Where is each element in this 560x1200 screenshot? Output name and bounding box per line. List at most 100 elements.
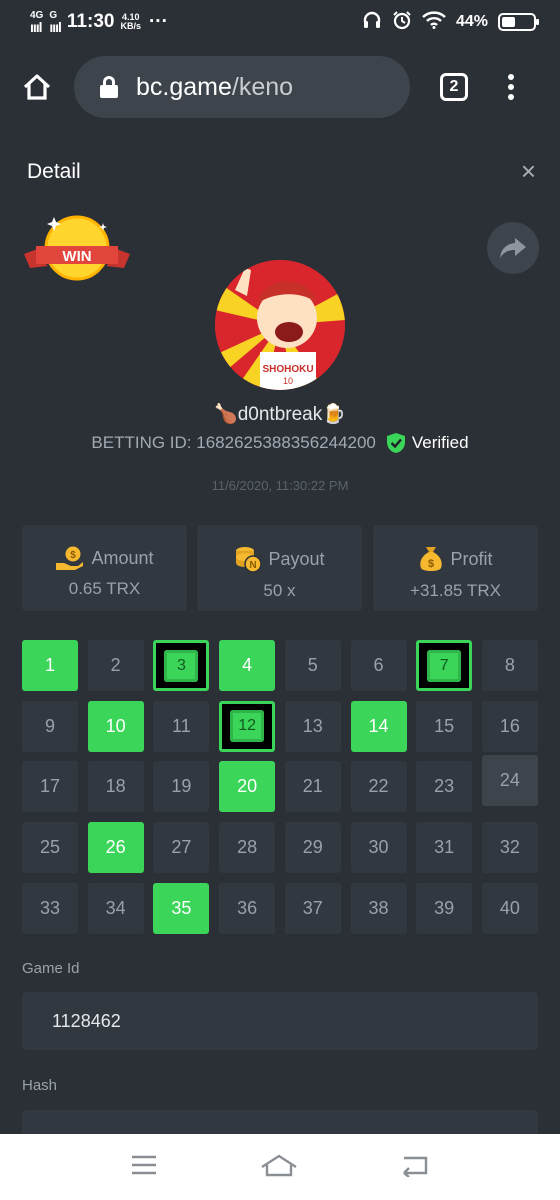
stat-value: 50 x bbox=[263, 581, 296, 600]
browser-toolbar: bc.game/keno 2 bbox=[0, 44, 560, 130]
keno-cell-27: 27 bbox=[153, 822, 210, 874]
bet-timestamp: 11/6/2020, 11:30:22 PM bbox=[211, 478, 349, 493]
keno-cell-16: 16 bbox=[481, 700, 538, 752]
keno-cell-30: 30 bbox=[350, 822, 407, 874]
back-icon bbox=[402, 1156, 427, 1178]
svg-text:N: N bbox=[250, 560, 257, 571]
keno-cell-19: 19 bbox=[153, 761, 210, 813]
svg-text:$: $ bbox=[428, 558, 434, 570]
keno-cell-38: 38 bbox=[350, 882, 407, 934]
keno-cell-2: 2 bbox=[87, 640, 144, 691]
betting-id-row: BETTING ID: 1682625388356244200 Verified bbox=[0, 432, 560, 454]
status-bar: 4G ıııl G ıııl 11:30 4.10 KB/s ··· 44% bbox=[0, 0, 560, 44]
avatar: SHOHOKU 10 bbox=[215, 260, 345, 390]
close-button[interactable]: × bbox=[521, 156, 536, 187]
keno-cell-12: 12 bbox=[219, 700, 276, 752]
keno-cell-23: 23 bbox=[416, 761, 473, 813]
keno-cell-15: 15 bbox=[416, 700, 473, 752]
keno-cell-24: 24 bbox=[481, 755, 538, 807]
signal-icon-2: G ıııl bbox=[49, 10, 62, 35]
home-icon bbox=[23, 74, 51, 100]
keno-cell-5: 5 bbox=[284, 640, 341, 691]
betting-id: BETTING ID: 1682625388356244200 bbox=[91, 433, 376, 452]
home-nav-button[interactable] bbox=[259, 1153, 299, 1182]
keno-cell-14: 14 bbox=[350, 700, 407, 752]
username: 🍗d0ntbreak🍺 bbox=[0, 402, 560, 426]
headset-icon bbox=[362, 10, 382, 35]
keno-cell-18: 18 bbox=[87, 761, 144, 813]
money-bag-icon: $ bbox=[420, 547, 443, 571]
stat-label: Profit bbox=[450, 548, 493, 569]
keno-cell-1: 1 bbox=[22, 640, 78, 691]
wifi-icon bbox=[422, 10, 446, 34]
stat-label: Payout bbox=[268, 548, 325, 569]
svg-text:SHOHOKU: SHOHOKU bbox=[262, 364, 313, 375]
keno-cell-36: 36 bbox=[219, 882, 276, 934]
panel-title: Detail bbox=[27, 160, 81, 183]
stat-label: Amount bbox=[91, 547, 154, 568]
keno-cell-34: 34 bbox=[87, 882, 144, 934]
stat-card-profit: $ Profit +31.85 TRX bbox=[373, 525, 538, 611]
keno-cell-3: 3 bbox=[153, 640, 210, 691]
keno-cell-29: 29 bbox=[284, 822, 341, 874]
keno-cell-35: 35 bbox=[153, 882, 210, 934]
battery-icon bbox=[498, 13, 539, 31]
keno-cell-37: 37 bbox=[284, 882, 341, 934]
back-nav-button[interactable] bbox=[400, 1153, 430, 1182]
game-id-field: 1128462 bbox=[22, 992, 538, 1050]
game-id-label: Game Id bbox=[22, 960, 80, 977]
keno-cell-32: 32 bbox=[481, 822, 538, 874]
keno-cell-21: 21 bbox=[284, 761, 341, 813]
keno-cell-17: 17 bbox=[22, 761, 78, 813]
keno-cell-10: 10 bbox=[87, 700, 144, 752]
net-speed: 4.10 KB/s bbox=[120, 13, 141, 31]
menu-icon bbox=[132, 1155, 157, 1174]
keno-cell-31: 31 bbox=[416, 822, 473, 874]
keno-cell-7: 7 bbox=[416, 640, 473, 691]
url-domain: bc.game bbox=[136, 72, 232, 101]
stat-card-payout: N Payout 50 x bbox=[197, 525, 362, 611]
keno-cell-number: 7 bbox=[427, 649, 462, 682]
detail-panel: Detail × WIN SHOHOKU 10 🍗d0ntbreak🍺 BETT… bbox=[0, 130, 560, 1134]
more-indicator: ··· bbox=[148, 11, 168, 32]
alarm-icon bbox=[392, 10, 412, 35]
share-button[interactable] bbox=[487, 222, 539, 274]
keno-cell-4: 4 bbox=[219, 640, 276, 691]
system-nav-bar bbox=[0, 1134, 560, 1200]
keno-cell-22: 22 bbox=[350, 761, 407, 813]
beer-icon: 🍺 bbox=[322, 404, 346, 425]
clock: 11:30 bbox=[66, 11, 115, 32]
tab-switcher-button[interactable]: 2 bbox=[440, 73, 468, 101]
drumstick-icon: 🍗 bbox=[214, 404, 238, 425]
home-button[interactable] bbox=[0, 73, 74, 101]
keno-cell-33: 33 bbox=[22, 882, 78, 934]
win-badge: WIN bbox=[22, 214, 132, 286]
verified-badge: Verified bbox=[386, 432, 469, 454]
keno-cell-6: 6 bbox=[350, 640, 407, 691]
coin-stack-icon: N bbox=[236, 547, 263, 573]
verified-label: Verified bbox=[411, 433, 469, 452]
stat-card-amount: $ Amount 0.65 TRX bbox=[22, 525, 187, 611]
money-hand-icon: $ bbox=[56, 546, 84, 570]
keno-cell-number: 3 bbox=[164, 649, 199, 682]
keno-cell-11: 11 bbox=[153, 700, 210, 752]
hash-label: Hash bbox=[22, 1077, 58, 1094]
menu-nav-button[interactable] bbox=[130, 1154, 158, 1181]
stat-value: 0.65 TRX bbox=[68, 579, 141, 598]
keno-cell-9: 9 bbox=[22, 700, 78, 752]
keno-cell-25: 25 bbox=[22, 822, 78, 874]
keno-cell-8: 8 bbox=[481, 640, 538, 691]
keno-cell-40: 40 bbox=[481, 882, 538, 934]
svg-text:10: 10 bbox=[283, 376, 293, 386]
game-id-value: 1128462 bbox=[52, 1010, 121, 1031]
keno-cell-20: 20 bbox=[219, 761, 276, 813]
address-bar[interactable]: bc.game/keno bbox=[74, 56, 410, 118]
keno-cell-26: 26 bbox=[87, 822, 144, 874]
keno-cell-28: 28 bbox=[219, 822, 276, 874]
share-icon bbox=[500, 238, 526, 258]
lock-icon bbox=[100, 76, 118, 98]
keno-cell-number: 12 bbox=[230, 710, 265, 743]
stat-value: +31.85 TRX bbox=[410, 581, 501, 600]
keno-cell-39: 39 bbox=[416, 882, 473, 934]
browser-menu-button[interactable] bbox=[508, 74, 514, 100]
